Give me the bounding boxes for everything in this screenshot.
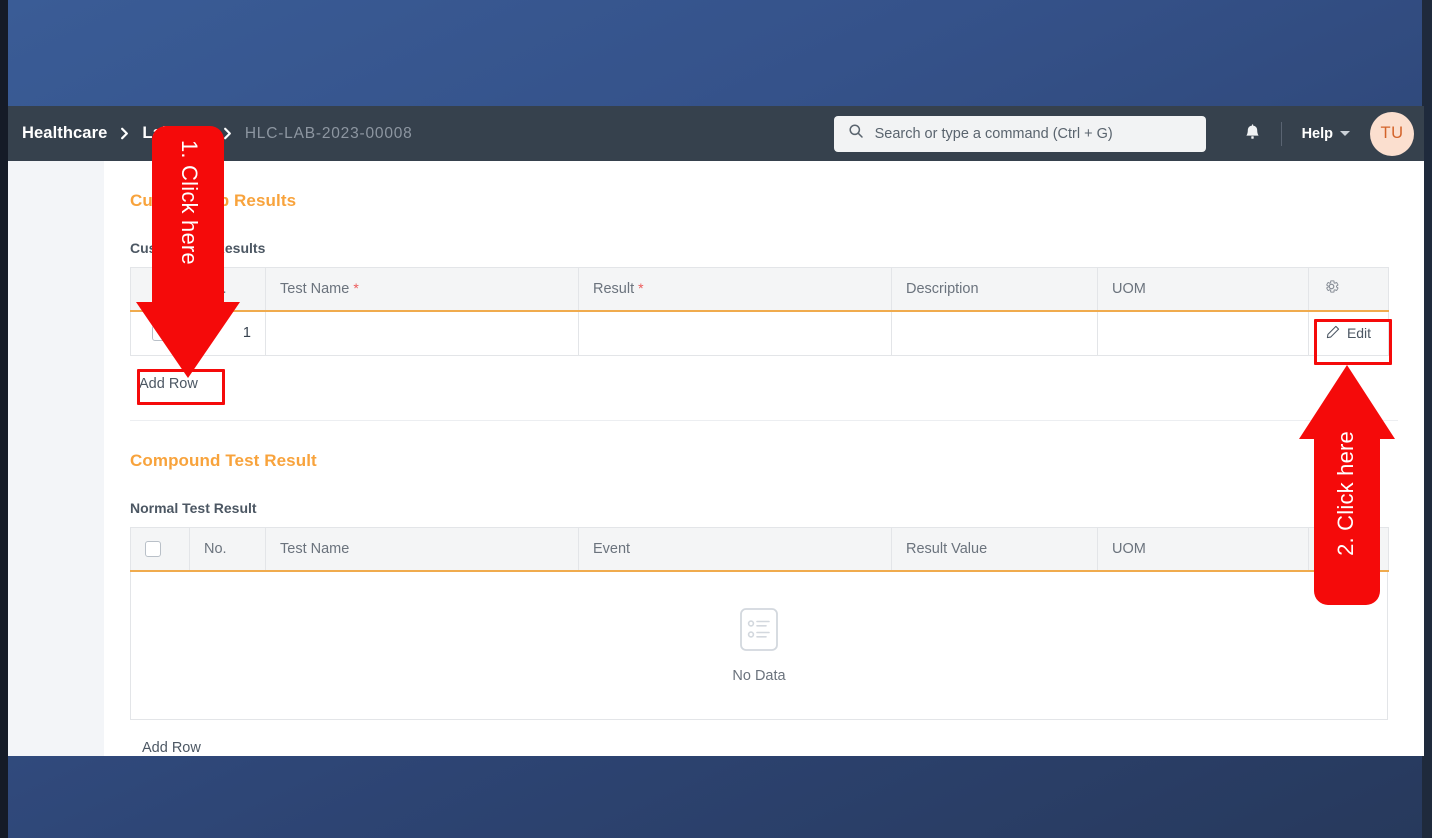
column-header-description: Description	[891, 267, 1098, 312]
column-header-no: No.	[189, 267, 266, 312]
help-label: Help	[1301, 125, 1333, 142]
cell-uom[interactable]	[1097, 310, 1309, 356]
avatar[interactable]: TU	[1370, 111, 1414, 156]
required-asterisk: *	[638, 280, 644, 297]
empty-state-label: No Data	[732, 667, 786, 684]
column-header-settings[interactable]	[1308, 267, 1389, 312]
help-menu[interactable]: Help	[1302, 126, 1350, 142]
column-header-uom: UOM	[1097, 527, 1309, 572]
cell-description[interactable]	[891, 310, 1098, 356]
page-body: Custom Lab Results Custom Lab Results No…	[8, 161, 1424, 756]
cell-no: 1	[189, 310, 266, 356]
column-label: Test Name	[280, 281, 350, 298]
breadcrumb-item-lab-test[interactable]: Lab Test	[142, 124, 209, 143]
field-label-custom-lab-results: Custom Lab Results	[130, 240, 266, 256]
top-navbar: Healthcare Lab Test HLC-LAB-2023-00008 S…	[8, 106, 1424, 161]
table-header-row: No. Test Name Event Result Value UOM	[130, 527, 1389, 572]
checkbox-icon[interactable]	[145, 540, 161, 557]
edit-label: Edit	[1346, 325, 1372, 342]
required-asterisk: *	[353, 280, 359, 297]
desktop-backdrop: Healthcare Lab Test HLC-LAB-2023-00008 S…	[0, 0, 1432, 838]
column-header-result-value: Result Value	[891, 527, 1098, 572]
column-header-test-name: Test Name *	[265, 267, 579, 312]
column-header-result: Result *	[578, 267, 892, 312]
cell-test-name[interactable]	[265, 310, 579, 356]
checkbox-icon[interactable]	[152, 325, 168, 342]
column-header-settings[interactable]	[1308, 527, 1389, 572]
column-header-test-name: Test Name	[265, 527, 579, 572]
edit-button[interactable]: Edit	[1323, 325, 1374, 342]
add-row-button-custom-lab-results[interactable]: Add Row	[130, 370, 207, 398]
left-sidebar	[8, 161, 104, 756]
column-label: Result	[593, 281, 635, 298]
section-heading: Compound Test Result	[130, 451, 317, 470]
search-input[interactable]: Search or type a command (Ctrl + G)	[833, 115, 1206, 152]
search-icon	[848, 123, 864, 144]
chevron-right-icon	[117, 126, 132, 141]
breadcrumb-item-healthcare[interactable]: Healthcare	[22, 124, 107, 143]
navbar-right-group: Search or type a command (Ctrl + G) Help	[833, 111, 1414, 156]
cell-actions[interactable]: Edit	[1308, 310, 1389, 356]
row-checkbox-cell[interactable]	[130, 310, 190, 356]
cell-result[interactable]	[578, 310, 892, 356]
column-header-uom: UOM	[1097, 267, 1309, 312]
column-header-select-all[interactable]	[130, 267, 190, 312]
gear-icon[interactable]	[1323, 278, 1340, 299]
breadcrumb: Healthcare Lab Test HLC-LAB-2023-00008	[22, 124, 413, 143]
document-list-icon	[739, 607, 779, 657]
navbar-divider	[1280, 121, 1282, 146]
custom-lab-results-grid: No. Test Name * Result * Description UOM	[130, 267, 1389, 356]
column-header-select-all[interactable]	[130, 527, 190, 572]
add-row-button-normal-test-result[interactable]: Add Row	[138, 734, 210, 757]
column-header-no: No.	[189, 527, 266, 572]
main-content: Custom Lab Results Custom Lab Results No…	[104, 161, 1424, 756]
avatar-initials: TU	[1380, 124, 1404, 142]
section-custom-lab-results: Custom Lab Results Custom Lab Results No…	[104, 161, 1424, 421]
bell-icon[interactable]	[1244, 124, 1261, 143]
section-compound-test-result: Compound Test Result Normal Test Result …	[104, 421, 1424, 756]
search-placeholder: Search or type a command (Ctrl + G)	[874, 125, 1113, 142]
table-row[interactable]: 1 Edit	[130, 310, 1389, 356]
section-heading: Custom Lab Results	[130, 191, 297, 210]
chevron-down-icon	[1340, 131, 1350, 136]
chevron-right-icon	[220, 126, 235, 141]
column-header-event: Event	[578, 527, 892, 572]
field-label-normal-test-result: Normal Test Result	[130, 500, 257, 516]
table-header-row: No. Test Name * Result * Description UOM	[130, 267, 1389, 312]
empty-state: No Data	[130, 571, 1388, 720]
normal-test-result-grid: No. Test Name Event Result Value UOM	[130, 527, 1389, 572]
pencil-icon	[1326, 325, 1340, 342]
breadcrumb-item-document-id: HLC-LAB-2023-00008	[244, 124, 413, 142]
browser-viewport: Healthcare Lab Test HLC-LAB-2023-00008 S…	[8, 106, 1424, 756]
